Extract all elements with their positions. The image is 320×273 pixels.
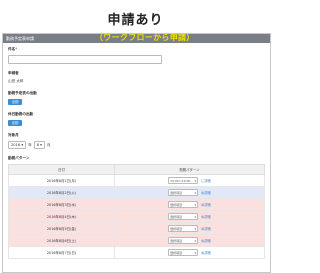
flag1-toggle[interactable]: 出勤	[8, 99, 22, 105]
workflow-subtitle: （ワークフローから申請）	[95, 33, 195, 42]
applicant-field-group: 申請者 山田 太郎	[8, 71, 265, 84]
table-row: 2016年8月2日(火) 選択項目 ▾ ぬ詳細	[8, 186, 266, 199]
detail-link[interactable]: ぬ詳細	[201, 214, 211, 219]
subject-input[interactable]	[8, 55, 162, 64]
table-row: 2016年8月5日(金) 選択項目 ▾ ぬ詳細	[8, 222, 266, 235]
pattern-select[interactable]: 選択項目 ▾	[168, 189, 199, 196]
chevron-down-icon: ▾	[194, 214, 197, 219]
table-row: 2016年8月7日(日) 選択項目 ▾ ぬ詳細	[8, 246, 266, 259]
table-row: 2016年8月6日(土) 選択項目 ▾ ぬ詳細	[8, 234, 266, 247]
period-label: 対象月	[8, 133, 19, 137]
year-select[interactable]: 2016 ▾	[8, 141, 27, 149]
chevron-down-icon: ▾	[21, 143, 24, 147]
pattern-select[interactable]: 選択項目 ▾	[168, 237, 199, 244]
panel-header-title: 勤務予定表申請	[6, 36, 34, 41]
detail-link[interactable]: ぬ詳細	[201, 190, 211, 195]
column-header-pattern: 勤務パターン	[113, 164, 266, 175]
date-cell: 2016年8月1日(月)	[8, 174, 115, 187]
applicant-value: 山田 太郎	[8, 79, 24, 83]
chevron-down-icon: ▾	[40, 143, 42, 147]
year-unit: 年	[28, 142, 32, 147]
flag2-field-group: 休日勤務の出勤 出勤	[8, 112, 265, 126]
pattern-select[interactable]: 選択項目 ▾	[168, 249, 199, 256]
pattern-select[interactable]: 10:00〜19:00 ▾	[168, 177, 199, 184]
chevron-down-icon: ▾	[194, 190, 197, 195]
chevron-down-icon: ▾	[194, 238, 197, 243]
pattern-select[interactable]: 選択項目 ▾	[168, 201, 199, 208]
date-cell: 2016年8月5日(金)	[8, 222, 115, 235]
month-select[interactable]: 8 ▾	[33, 141, 45, 149]
chevron-down-icon: ▾	[194, 226, 197, 231]
date-cell: 2016年8月6日(土)	[8, 234, 115, 247]
application-form-panel: 勤務予定表申請 （ワークフローから申請） 件名* 申請者 山田 太郎 勤務予定表…	[2, 33, 271, 273]
flag2-toggle[interactable]: 出勤	[8, 120, 22, 126]
detail-link[interactable]: ぬ詳細	[201, 202, 211, 207]
date-cell: 2016年8月4日(木)	[8, 210, 115, 223]
required-mark: *	[15, 47, 18, 51]
applicant-label: 申請者	[8, 71, 19, 75]
flag1-label: 勤務予定表の出勤	[8, 91, 37, 95]
period-field-group: 対象月 2016 ▾ 年 8 ▾ 月	[8, 133, 265, 149]
subject-label: 件名*	[8, 47, 18, 51]
schedule-table: 日付 勤務パターン 2016年8月1日(月) 10:00〜19:00 ▾ に詳細 2…	[8, 164, 266, 259]
pattern-select[interactable]: 選択項目 ▾	[168, 225, 199, 232]
panel-header: 勤務予定表申請 （ワークフローから申請）	[3, 34, 270, 43]
detail-link[interactable]: ぬ詳細	[201, 238, 211, 243]
pattern-label: 勤務パターン	[8, 156, 30, 160]
page-title: 申請あり	[107, 13, 164, 28]
date-cell: 2016年8月7日(日)	[8, 246, 115, 259]
column-header-date: 日付	[8, 164, 115, 175]
detail-link[interactable]: に詳細	[201, 178, 211, 183]
flag1-field-group: 勤務予定表の出勤 出勤	[8, 91, 265, 105]
detail-link[interactable]: ぬ詳細	[201, 226, 211, 231]
chevron-down-icon: ▾	[194, 250, 197, 255]
flag2-label: 休日勤務の出勤	[8, 112, 34, 116]
chevron-down-icon: ▾	[194, 178, 197, 183]
chevron-down-icon: ▾	[194, 202, 197, 207]
table-row: 2016年8月1日(月) 10:00〜19:00 ▾ に詳細	[8, 174, 266, 187]
month-unit: 月	[46, 142, 51, 147]
pattern-select[interactable]: 選択項目 ▾	[168, 213, 199, 220]
subject-field-group: 件名*	[8, 47, 265, 64]
detail-link[interactable]: ぬ詳細	[201, 250, 211, 255]
date-cell: 2016年8月3日(水)	[8, 198, 115, 211]
date-cell: 2016年8月2日(火)	[8, 186, 115, 199]
table-row: 2016年8月4日(木) 選択項目 ▾ ぬ詳細	[8, 210, 266, 223]
table-row: 2016年8月3日(水) 選択項目 ▾ ぬ詳細	[8, 198, 266, 211]
